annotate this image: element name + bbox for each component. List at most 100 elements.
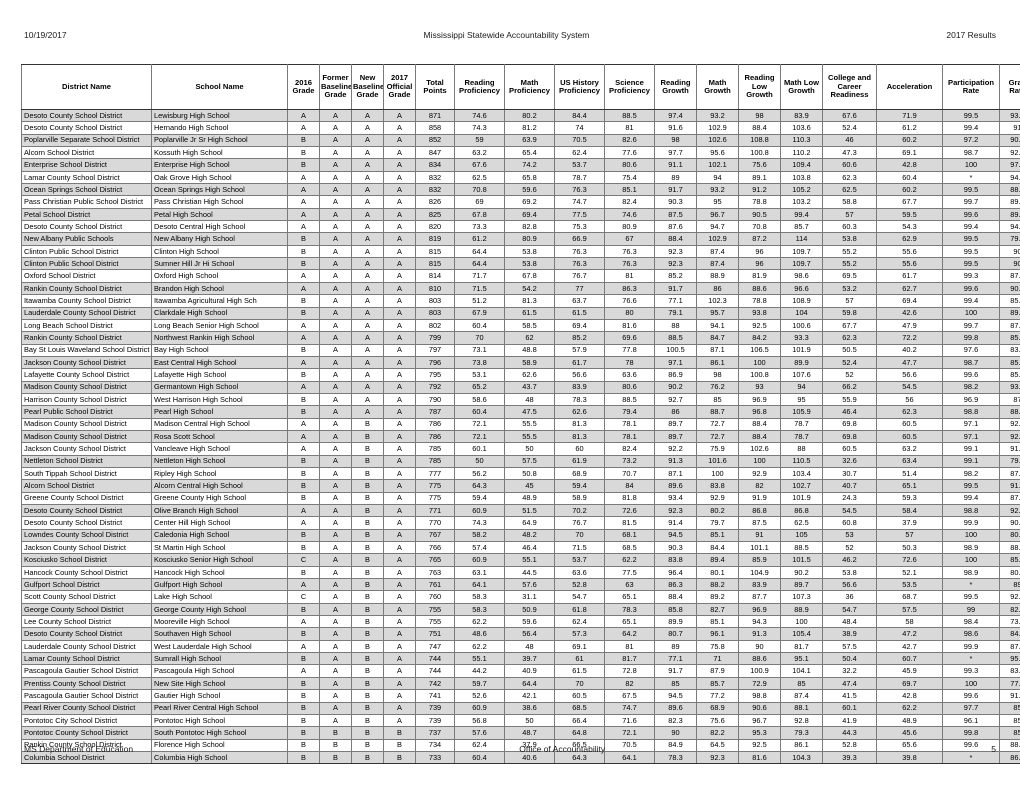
cell-value: 69.8 <box>822 417 877 431</box>
col-header-2017-official-grade: 2017 Official Grade <box>383 64 416 110</box>
table-row: Alcorn School District Kossuth High Schoo… <box>21 146 1020 160</box>
cell-value: A <box>383 676 416 691</box>
cell-value: 62.2 <box>454 615 505 629</box>
cell-value: 98.8 <box>942 405 1000 419</box>
cell-value: 45.9 <box>876 664 943 678</box>
cell-school-name: Ripley High School <box>151 466 288 481</box>
cell-school-name: Pass Christian High School <box>151 195 288 209</box>
cell-value: 99.6 <box>942 281 1000 296</box>
cell-school-name: Pascagoula High School <box>151 664 288 678</box>
cell-district-name: New Albany Public Schools <box>21 232 152 246</box>
table-row: Jackson County School District St Martin … <box>21 541 1020 555</box>
cell-school-name: Center Hill High School <box>151 516 288 530</box>
cell-value: 739 <box>415 713 455 728</box>
cell-district-name: Desoto County School District <box>21 121 152 135</box>
cell-school-name: East Central High School <box>151 355 288 370</box>
cell-value: 48 <box>504 639 555 654</box>
cell-value: 63.2 <box>454 146 505 160</box>
cell-value: 62.4 <box>554 146 605 160</box>
cell-value: A <box>319 158 352 172</box>
cell-value: 92.9 <box>738 466 781 481</box>
cell-district-name: Pearl River County School District <box>21 701 152 715</box>
cell-value: 81.7 <box>780 639 823 654</box>
cell-value: B <box>287 392 320 407</box>
cell-value: 95.7 <box>696 306 739 320</box>
cell-value: 91.7 <box>654 281 697 296</box>
cell-value: 99.5 <box>942 257 1000 271</box>
cell-value: 744 <box>415 664 455 678</box>
cell-value: 24.3 <box>822 491 877 506</box>
cell-value: B <box>351 689 384 703</box>
cell-district-name: Enterprise School District <box>21 158 152 172</box>
cell-value: 82.4 <box>604 442 655 456</box>
cell-value: 89.7 <box>780 578 823 592</box>
cell-value: 76.3 <box>554 244 605 259</box>
cell-value: 87.2 <box>738 232 781 246</box>
cell-value: 50 <box>454 454 505 468</box>
cell-value: 63.9 <box>504 133 555 148</box>
cell-value: 97.1 <box>942 417 1000 431</box>
table-row: Hancock County School District Hancock Hi… <box>21 565 1020 580</box>
table-row: Nettleton School District Nettleton High … <box>21 454 1020 468</box>
cell-value: 84 <box>604 479 655 493</box>
cell-value: B <box>351 417 384 431</box>
cell-value: 99.9 <box>942 516 1000 530</box>
cell-value: 109.7 <box>780 244 823 259</box>
cell-value: 76.2 <box>696 380 739 394</box>
cell-value: 60.5 <box>876 429 943 444</box>
cell-value: 65.1 <box>604 590 655 604</box>
cell-value: A <box>319 516 352 530</box>
cell-value: 68.5 <box>554 701 605 715</box>
cell-value: 60.9 <box>454 701 505 715</box>
cell-value: 92.3 <box>654 244 697 259</box>
cell-value: 80.6 <box>604 380 655 394</box>
cell-value: 765 <box>415 553 455 567</box>
cell-value: A <box>319 565 352 580</box>
cell-value: 775 <box>415 491 455 506</box>
cell-value: 90.2 <box>654 380 697 394</box>
cell-value: 52 <box>822 541 877 555</box>
cell-value: 88.6 <box>738 652 781 666</box>
cell-value: 68.9 <box>696 701 739 715</box>
cell-value: 77.5 <box>554 207 605 222</box>
cell-value: 85 <box>654 676 697 691</box>
cell-school-name: Enterprise High School <box>151 158 288 172</box>
cell-value: 96.4 <box>654 565 697 580</box>
cell-value: 92.2 <box>999 429 1020 444</box>
cell-value: 87 <box>999 392 1020 407</box>
cell-value: A <box>351 207 384 222</box>
cell-value: 60.4 <box>454 318 505 333</box>
cell-value: 57.5 <box>876 602 943 617</box>
cell-value: 66.9 <box>554 232 605 246</box>
cell-value: 99.6 <box>942 207 1000 222</box>
cell-value: A <box>383 590 416 604</box>
cell-value: A <box>287 183 320 197</box>
cell-district-name: Oxford School District <box>21 269 152 283</box>
cell-district-name: Pascagoula Gautier School District <box>21 664 152 678</box>
cell-value: B <box>351 590 384 604</box>
cell-value: 88.4 <box>738 429 781 444</box>
cell-value: 72.2 <box>876 331 943 345</box>
cell-value: A <box>383 195 416 209</box>
cell-value: 47.2 <box>876 627 943 641</box>
cell-value: 48.9 <box>504 491 555 506</box>
cell-value: 72.7 <box>696 417 739 431</box>
cell-value: 50.4 <box>822 652 877 666</box>
cell-value: 84.5 <box>999 627 1020 641</box>
cell-value: A <box>383 541 416 555</box>
cell-value: 60.2 <box>876 133 943 148</box>
cell-value: 90.2 <box>780 565 823 580</box>
cell-value: 85 <box>999 713 1020 728</box>
cell-value: 796 <box>415 355 455 370</box>
table-row: Bay St Louis Waveland School District Bay… <box>21 343 1020 357</box>
cell-value: A <box>351 368 384 382</box>
cell-value: 96.7 <box>696 207 739 222</box>
cell-value: 92.2 <box>999 417 1020 431</box>
col-header-us-history-proficiency: US History Proficiency <box>554 64 605 110</box>
cell-value: 760 <box>415 590 455 604</box>
cell-value: 61.7 <box>554 355 605 370</box>
cell-value: 82.6 <box>604 133 655 148</box>
cell-value: 31.1 <box>504 590 555 604</box>
cell-value: 88.4 <box>738 121 781 135</box>
cell-value: 89 <box>654 639 697 654</box>
